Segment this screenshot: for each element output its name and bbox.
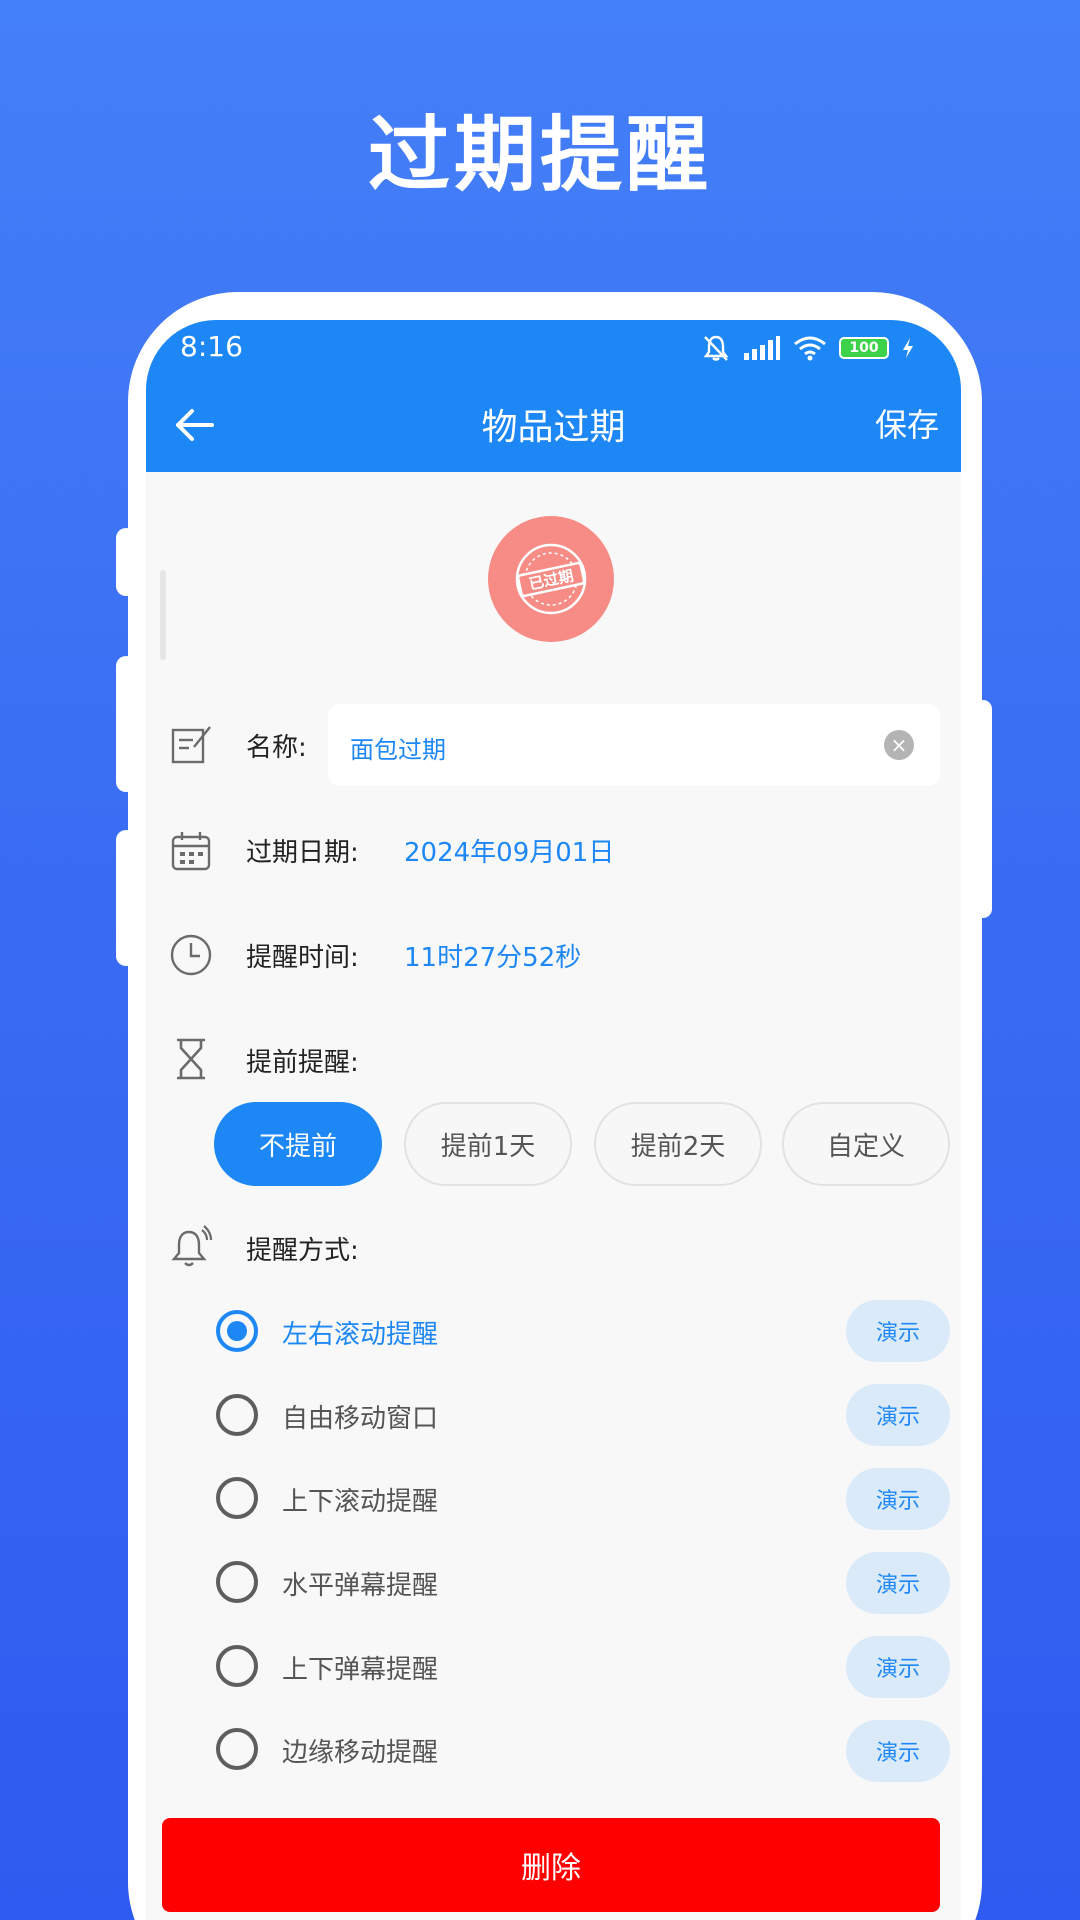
method-radio[interactable] <box>216 1310 258 1352</box>
scroll-indicator <box>160 570 166 660</box>
phone-side-button <box>116 528 136 596</box>
method-radio[interactable] <box>216 1477 258 1519</box>
demo-button[interactable]: 演示 <box>846 1636 950 1698</box>
promo-title: 过期提醒 <box>367 108 712 203</box>
name-field[interactable]: 面包过期 × <box>328 704 940 786</box>
charging-icon <box>903 338 913 358</box>
advance-option-2days[interactable]: 提前2天 <box>594 1102 762 1186</box>
advance-option-custom[interactable]: 自定义 <box>782 1102 950 1186</box>
delete-button[interactable]: 删除 <box>162 1818 940 1912</box>
calendar-icon <box>171 832 211 871</box>
advance-option-1day[interactable]: 提前1天 <box>404 1102 572 1186</box>
bell-mute-icon <box>703 335 729 361</box>
clear-icon[interactable]: × <box>884 730 914 760</box>
name-value[interactable]: 面包过期 <box>350 730 446 765</box>
app-bar: 8:16 100 物品过期 保存 <box>146 320 961 472</box>
hourglass-icon <box>177 1038 205 1080</box>
demo-button[interactable]: 演示 <box>846 1300 950 1362</box>
status-icons: 100 <box>701 330 915 366</box>
method-label-scroll-ud[interactable]: 上下滚动提醒 <box>282 1481 438 1518</box>
method-radio[interactable] <box>216 1561 258 1603</box>
method-label-scroll-lr[interactable]: 左右滚动提醒 <box>282 1314 438 1351</box>
demo-button[interactable]: 演示 <box>846 1720 950 1782</box>
method-radio[interactable] <box>216 1728 258 1770</box>
phone-side-button <box>116 830 136 966</box>
date-value[interactable]: 2024年09月01日 <box>404 832 614 869</box>
bell-ring-icon <box>171 1225 213 1267</box>
name-label: 名称: <box>246 733 307 763</box>
method-label: 提醒方式: <box>246 1236 359 1266</box>
demo-button[interactable]: 演示 <box>846 1552 950 1614</box>
method-label-free-window[interactable]: 自由移动窗口 <box>282 1398 438 1435</box>
method-radio[interactable] <box>216 1645 258 1687</box>
method-label-edge-move[interactable]: 边缘移动提醒 <box>282 1732 438 1769</box>
demo-button[interactable]: 演示 <box>846 1468 950 1530</box>
status-time: 8:16 <box>180 330 243 363</box>
demo-button[interactable]: 演示 <box>846 1384 950 1446</box>
date-label: 过期日期: <box>246 838 359 868</box>
wifi-icon <box>794 336 826 361</box>
method-label-danmaku-h[interactable]: 水平弹幕提醒 <box>282 1565 438 1602</box>
phone-side-button <box>116 656 136 792</box>
advance-label: 提前提醒: <box>246 1048 359 1078</box>
save-button[interactable]: 保存 <box>875 400 939 446</box>
remind-time-value[interactable]: 11时27分52秒 <box>404 937 581 974</box>
edit-note-icon <box>171 726 211 764</box>
advance-option-none[interactable]: 不提前 <box>214 1102 382 1186</box>
clock-icon <box>170 934 212 976</box>
signal-icon <box>744 336 780 360</box>
expired-stamp-icon: 已过期 <box>515 543 587 615</box>
method-radio[interactable] <box>216 1394 258 1436</box>
phone-side-button <box>974 700 992 918</box>
battery-icon: 100 <box>839 337 889 359</box>
remind-time-label: 提醒时间: <box>246 943 359 973</box>
item-image-button[interactable]: 已过期 <box>488 516 614 642</box>
page-title: 物品过期 <box>481 407 626 448</box>
app-screen: 8:16 100 物品过期 保存 已过期 名称: 面包过期 × 过期日期: 20… <box>146 320 961 1920</box>
method-label-danmaku-v[interactable]: 上下弹幕提醒 <box>282 1649 438 1686</box>
